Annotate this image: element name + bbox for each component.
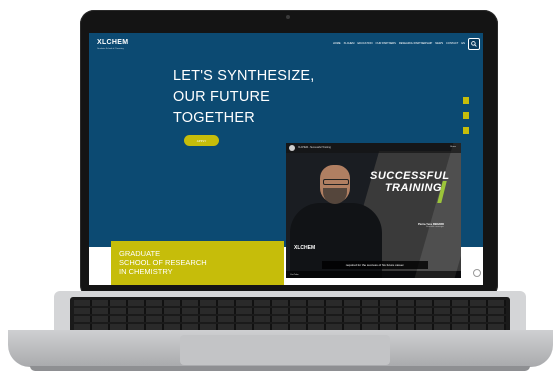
browser-screen: XLCHEM Graduate School of Chemistry HOME…: [89, 33, 483, 285]
headline-line-3: TOGETHER: [173, 110, 255, 126]
video-caption: required for the success of his future c…: [322, 261, 428, 269]
search-button[interactable]: [468, 38, 480, 50]
youtube-logo[interactable]: YouTube: [290, 274, 299, 276]
site-logo-subtitle: Graduate School of Chemistry: [97, 48, 124, 50]
keyboard: [70, 297, 510, 333]
graduate-school-title: GRADUATE SCHOOL OF RESEARCH IN CHEMISTRY: [119, 249, 207, 277]
video-control-bar: YouTube: [286, 271, 461, 278]
speaker-name-card: Pierre-Yves RENARD Scientific manager: [404, 223, 444, 228]
language-selector[interactable]: EN: [461, 42, 465, 45]
key-row: [74, 308, 506, 314]
overlay-line-2: TRAINING: [384, 182, 442, 194]
webcam-icon: [286, 15, 290, 19]
headline-line-2: OUR FUTURE: [173, 89, 271, 105]
video-overlay-title: SUCCESSFUL TRAINING: [370, 170, 450, 194]
nav-item-research[interactable]: RESEARCH PARTNERSHIP: [399, 42, 432, 45]
nav-item-partners[interactable]: OUR PARTNERS: [376, 42, 396, 45]
share-button[interactable]: Share: [450, 146, 456, 148]
nav-item-xlchem[interactable]: XLCHEM: [344, 42, 355, 45]
nav-item-education[interactable]: EDUCATION: [357, 42, 372, 45]
headline-line-1: LET'S SYNTHESIZE,: [173, 68, 315, 84]
facebook-icon[interactable]: [463, 97, 469, 104]
video-player[interactable]: SUCCESSFUL TRAINING Pierre-Yves RENARD S…: [286, 143, 461, 278]
speaker-beard: [323, 188, 347, 204]
graduate-line-1: GRADUATE: [119, 249, 161, 258]
laptop-base-edge: [30, 366, 530, 371]
overlay-line-1: SUCCESSFUL: [370, 170, 450, 182]
nav-item-news[interactable]: NEWS: [435, 42, 443, 45]
hero-headline: LET'S SYNTHESIZE, OUR FUTURE TOGETHER: [173, 66, 315, 129]
graduate-school-banner: GRADUATE SCHOOL OF RESEARCH IN CHEMISTRY: [111, 241, 284, 285]
video-title-bar: XLCHEM - Successful Training Share: [286, 143, 461, 153]
video-watermark-logo: XLCHEM: [294, 245, 316, 251]
nav-item-home[interactable]: HOME: [333, 42, 341, 45]
twitter-icon[interactable]: [463, 112, 469, 119]
key-row: [74, 316, 506, 322]
trackpad: [180, 335, 390, 365]
graduate-line-2: SCHOOL OF RESEARCH: [119, 258, 207, 268]
apply-button[interactable]: APPLY: [184, 135, 219, 146]
nav-item-contact[interactable]: CONTACT: [446, 42, 458, 45]
speaker-role: Scientific manager: [426, 226, 444, 228]
graduate-line-3: IN CHEMISTRY: [119, 267, 173, 277]
search-icon: [471, 41, 477, 47]
channel-avatar[interactable]: [289, 145, 295, 151]
linkedin-icon[interactable]: [463, 127, 469, 134]
key-row: [74, 300, 506, 306]
speaker-glasses: [323, 179, 349, 185]
video-title[interactable]: XLCHEM - Successful Training: [298, 146, 331, 149]
site-logo[interactable]: XLCHEM: [97, 39, 128, 46]
main-nav: HOME XLCHEM EDUCATION OUR PARTNERS RESEA…: [333, 42, 465, 45]
recaptcha-badge-icon[interactable]: [473, 269, 481, 277]
